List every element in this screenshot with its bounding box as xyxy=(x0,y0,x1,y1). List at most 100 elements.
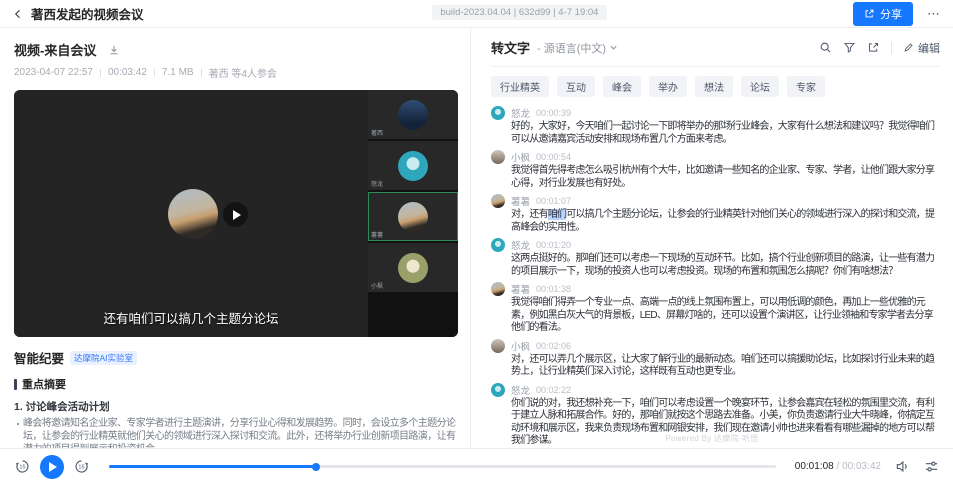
speaker-avatar xyxy=(491,282,505,296)
more-menu-button[interactable]: ⋯ xyxy=(927,7,941,20)
participant-avatar xyxy=(398,202,428,232)
edit-button[interactable]: 编辑 xyxy=(903,40,940,56)
chevron-down-icon[interactable] xyxy=(609,43,618,52)
participant-tile[interactable]: 怒龙 xyxy=(368,141,458,190)
participant-avatar xyxy=(398,253,428,283)
transcript-list: 怒龙 00:00:39 好的，大家好，今天咱们一起讨论一下即将举办的那场行业峰会… xyxy=(491,106,940,448)
summary-title: 智能纪要 xyxy=(14,348,64,367)
video-player[interactable]: 著西 怒龙 薯薯 小枫 还有咱们可以搞几个主题分论坛 xyxy=(14,90,458,337)
entry-text[interactable]: 我觉得咱们得弄一个专业一点、高端一点的线上氛围布置上，可以用低调的颜色，再加上一… xyxy=(511,297,940,335)
svg-text:15: 15 xyxy=(19,465,25,471)
active-speaker-avatar xyxy=(168,189,218,239)
entry-timestamp[interactable]: 00:02:06 xyxy=(536,341,571,351)
entry-text[interactable]: 好的，大家好，今天咱们一起讨论一下即将举办的那场行业峰会，大家有什么想法和建议吗… xyxy=(511,121,940,146)
keyword-tag[interactable]: 论坛 xyxy=(741,76,779,97)
video-meta: 2023-04-07 22:57 00:03:42 7.1 MB 著西 等4人参… xyxy=(14,65,458,80)
summary-item-title: 1. 讨论峰会活动计划 xyxy=(14,399,458,414)
app-window: 著西发起的视频会议 build-2023.04.04 | 632d99 | 4-… xyxy=(0,0,953,484)
meta-divider xyxy=(100,69,101,77)
speaker-name: 薯薯 xyxy=(511,282,530,296)
entry-timestamp[interactable]: 00:02:22 xyxy=(536,385,571,395)
current-time: 00:01:08 xyxy=(795,461,834,472)
participant-tile[interactable]: 著西 xyxy=(368,90,458,139)
keyword-tag[interactable]: 举办 xyxy=(649,76,687,97)
keyword-tag[interactable]: 行业精英 xyxy=(491,76,549,97)
speaker-avatar xyxy=(491,194,505,208)
build-info-badge: build-2023.04.04 | 632d99 | 4-7 19:04 xyxy=(432,5,606,20)
powered-by-watermark: Powered By 达摩院·听悟 xyxy=(471,433,953,444)
keyword-tag[interactable]: 想法 xyxy=(695,76,733,97)
summary-items: 1. 讨论峰会活动计划 峰会将邀请知名企业家、专家学者进行主题演讲，分享行业心得… xyxy=(14,399,458,448)
video-title: 视频-来自会议 xyxy=(14,40,96,59)
search-icon[interactable] xyxy=(819,41,832,54)
transcript-entry: 薯薯 00:01:38 我觉得咱们得弄一个专业一点、高端一点的线上氛围布置上，可… xyxy=(491,282,940,335)
video-duration: 00:03:42 xyxy=(108,67,147,78)
share-button[interactable]: 分享 xyxy=(853,2,913,26)
participant-avatar xyxy=(398,100,428,130)
participant-tiles: 著西 怒龙 薯薯 小枫 xyxy=(368,90,458,337)
progress-handle[interactable] xyxy=(312,463,320,471)
page-title: 著西发起的视频会议 xyxy=(31,4,144,23)
transcript-entry: 怒龙 00:00:39 好的，大家好，今天咱们一起讨论一下即将举办的那场行业峰会… xyxy=(491,106,940,146)
svg-text:15: 15 xyxy=(78,465,84,471)
participant-name: 小枫 xyxy=(371,281,383,290)
highlighted-keyword: 咱们 xyxy=(548,209,566,220)
export-icon[interactable] xyxy=(867,41,880,54)
time-separator: / xyxy=(834,461,842,472)
speaker-avatar xyxy=(491,238,505,252)
rewind-15-button[interactable]: 15 xyxy=(14,458,31,475)
participant-name: 薯薯 xyxy=(371,230,383,239)
keyword-tag[interactable]: 互动 xyxy=(557,76,595,97)
transcript-entry: 薯薯 00:01:07 对，还有咱们可以搞几个主题分论坛，让参会的行业精英针对他… xyxy=(491,194,940,234)
video-stage xyxy=(14,90,368,337)
participant-name: 怒龙 xyxy=(371,179,383,188)
download-icon[interactable] xyxy=(108,44,120,56)
play-button[interactable] xyxy=(40,455,64,479)
video-play-overlay-button[interactable] xyxy=(223,202,248,227)
forward-15-button[interactable]: 15 xyxy=(73,458,90,475)
edit-button-label: 编辑 xyxy=(918,40,940,56)
source-language-label[interactable]: - 源语言(中文) xyxy=(537,40,606,56)
entry-timestamp[interactable]: 00:01:38 xyxy=(536,284,571,294)
playback-bar: 15 15 00:01:08 / 00:03:42 xyxy=(0,448,953,484)
video-date: 2023-04-07 22:57 xyxy=(14,67,93,78)
filter-icon[interactable] xyxy=(843,41,856,54)
back-icon[interactable] xyxy=(12,8,24,20)
keyword-tag[interactable]: 峰会 xyxy=(603,76,641,97)
participant-name: 著西 xyxy=(371,128,383,137)
summary-source-tag: 达摩院AI实验室 xyxy=(70,351,137,365)
summary-item-text: 峰会将邀请知名企业家、专家学者进行主题演讲，分享行业心得和发展趋势。同时，会设立… xyxy=(14,417,458,448)
participant-tile[interactable]: 小枫 xyxy=(368,243,458,292)
entry-timestamp[interactable]: 00:01:20 xyxy=(536,240,571,250)
transcript-entry: 小枫 00:00:54 我觉得首先得考虑怎么吸引杭州有个大牛，比如邀请一些知名的… xyxy=(491,150,940,190)
pencil-icon xyxy=(903,42,914,53)
speaker-name: 怒龙 xyxy=(511,383,530,397)
transcript-title: 转文字 xyxy=(491,38,530,57)
keyword-tags: 行业精英 互动 峰会 举办 想法 论坛 专家 xyxy=(491,76,940,97)
keyword-tag[interactable]: 专家 xyxy=(787,76,825,97)
entry-text[interactable]: 我觉得首先得考虑怎么吸引杭州有个大牛，比如邀请一些知名的企业家、专家、学者，让他… xyxy=(511,165,940,190)
entry-text[interactable]: 这两点挺好的。那咱们还可以考虑一下现场的互动环节。比如，搞个行业创新项目的路演，… xyxy=(511,253,940,278)
summary-section-label: 重点摘要 xyxy=(22,376,66,392)
participant-tile[interactable]: 薯薯 xyxy=(368,192,458,241)
ai-summary-section: 智能纪要 达摩院AI实验室 重点摘要 1. 讨论峰会活动计划 峰会将邀请知名企业… xyxy=(14,348,458,448)
entry-timestamp[interactable]: 00:00:39 xyxy=(536,108,571,118)
entry-text[interactable]: 对，还可以弄几个展示区，让大家了解行业的最新动态。咱们还可以搞援助论坛，比如探讨… xyxy=(511,354,940,379)
volume-icon[interactable] xyxy=(895,459,910,474)
summary-item: 1. 讨论峰会活动计划 峰会将邀请知名企业家、专家学者进行主题演讲，分享行业心得… xyxy=(14,399,458,448)
progress-bar[interactable] xyxy=(109,465,776,468)
transcript-entry: 怒龙 00:01:20 这两点挺好的。那咱们还可以考虑一下现场的互动环节。比如，… xyxy=(491,238,940,278)
share-button-label: 分享 xyxy=(880,6,902,22)
speaker-avatar xyxy=(491,106,505,120)
speaker-avatar xyxy=(491,383,505,397)
toolbar-divider xyxy=(891,42,892,54)
speaker-name: 怒龙 xyxy=(511,238,530,252)
entry-text[interactable]: 对，还有咱们可以搞几个主题分论坛，让参会的行业精英针对他们关心的领域进行深入的探… xyxy=(511,209,940,234)
video-size: 7.1 MB xyxy=(162,67,194,78)
entry-timestamp[interactable]: 00:00:54 xyxy=(536,152,571,162)
entry-timestamp[interactable]: 00:01:07 xyxy=(536,196,571,206)
settings-sliders-icon[interactable] xyxy=(924,459,939,474)
participant-avatar xyxy=(398,151,428,181)
speaker-avatar xyxy=(491,150,505,164)
meta-divider xyxy=(201,69,202,77)
